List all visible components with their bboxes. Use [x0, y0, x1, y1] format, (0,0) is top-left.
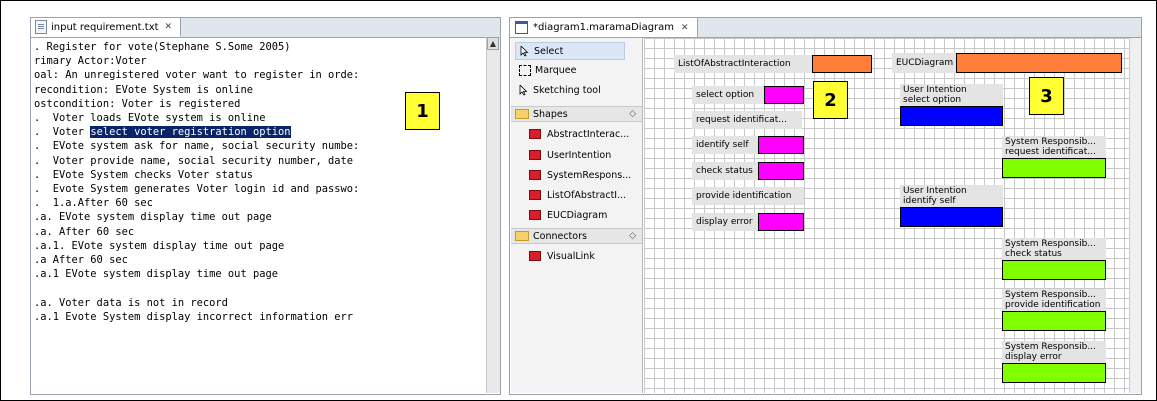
- folder-icon: [515, 231, 529, 241]
- user-intention-label[interactable]: User Intention identify self: [900, 185, 1003, 207]
- system-responsibility-label[interactable]: System Responsib... provide identificati…: [1002, 289, 1106, 311]
- scroll-up-arrow-icon[interactable]: ▲: [487, 37, 499, 50]
- text-line[interactable]: . Evote System generates Voter login id …: [34, 182, 484, 196]
- vertical-scrollbar[interactable]: ▲: [486, 37, 500, 393]
- marquee-tool[interactable]: Marquee: [515, 62, 581, 78]
- collapse-icon[interactable]: ◇: [629, 231, 636, 241]
- text-line[interactable]: . 1.a.After 60 sec: [34, 196, 484, 210]
- user-intention-fill[interactable]: [900, 207, 1003, 227]
- close-icon[interactable]: ✕: [165, 22, 173, 32]
- user-intention-fill[interactable]: [900, 106, 1003, 126]
- tool-palette: Select Marquee Sketching tool Shapes ◇ A…: [511, 38, 643, 393]
- text-line[interactable]: rimary Actor:Voter: [34, 54, 484, 68]
- diagram-editor-panel: *diagram1.maramaDiagram ✕ Select Marquee…: [509, 17, 1142, 395]
- palette-item-userintention[interactable]: UserIntention: [529, 148, 611, 162]
- list-item-fill[interactable]: [758, 213, 804, 231]
- list-item-label[interactable]: display error: [692, 213, 760, 231]
- text-line[interactable]: .a.1. EVote system display time out page: [34, 239, 484, 253]
- euc-title-fill[interactable]: [956, 53, 1122, 73]
- system-responsibility-fill[interactable]: [1002, 363, 1106, 383]
- palette-item-visuallink[interactable]: VisualLink: [529, 249, 595, 263]
- user-intention-label[interactable]: User Intention select option: [900, 84, 1003, 106]
- palette-item-systemresponsibility[interactable]: SystemRespons...: [529, 168, 631, 182]
- list-title-fill[interactable]: [812, 55, 872, 73]
- tab-input-requirement[interactable]: input requirement.txt ✕: [31, 18, 182, 37]
- select-tool[interactable]: Select: [515, 42, 625, 60]
- text-line[interactable]: .a. EVote system display time out page: [34, 210, 484, 224]
- text-content[interactable]: . Register for vote(Stephane S.Some 2005…: [34, 40, 484, 324]
- sketching-tool[interactable]: Sketching tool: [515, 82, 605, 98]
- tab-diagram1[interactable]: *diagram1.maramaDiagram ✕: [510, 18, 698, 37]
- list-item-label[interactable]: provide identification: [692, 187, 804, 205]
- list-item-label[interactable]: check status: [692, 162, 760, 180]
- shape-icon: [529, 190, 541, 200]
- marker-1: 1: [405, 92, 440, 130]
- list-item-label[interactable]: identify self: [692, 136, 760, 154]
- text-line[interactable]: .a. Voter data is not in record: [34, 296, 484, 310]
- system-responsibility-fill[interactable]: [1002, 158, 1106, 178]
- text-line[interactable]: .a. After 60 sec: [34, 225, 484, 239]
- shape-icon: [529, 150, 541, 160]
- system-responsibility-fill[interactable]: [1002, 260, 1106, 280]
- text-line-prefix: . Voter: [34, 126, 91, 139]
- text-line[interactable]: .a After 60 sec: [34, 253, 484, 267]
- text-file-icon: [35, 20, 47, 34]
- selected-text[interactable]: select voter registration option: [90, 126, 291, 139]
- palette-item-listofabstractinteraction[interactable]: ListOfAbstractI...: [529, 188, 626, 202]
- shape-icon: [529, 170, 541, 180]
- system-responsibility-label[interactable]: System Responsib... check status: [1002, 238, 1106, 260]
- system-responsibility-fill[interactable]: [1002, 311, 1106, 331]
- cursor-arrow-icon: [520, 45, 530, 57]
- text-line[interactable]: . EVote System checks Voter status: [34, 168, 484, 182]
- palette-item-eucdiagram[interactable]: EUCDiagram: [529, 208, 607, 222]
- shape-icon: [529, 129, 541, 139]
- text-editor-panel: input requirement.txt ✕ . Register for v…: [30, 17, 501, 395]
- list-item-fill[interactable]: [764, 86, 804, 104]
- canvas-scrollbar[interactable]: [1129, 38, 1141, 393]
- system-responsibility-label[interactable]: System Responsib... display error: [1002, 341, 1106, 363]
- diagram-window-icon: [515, 21, 528, 34]
- tab-title: *diagram1.maramaDiagram: [533, 22, 675, 33]
- text-line[interactable]: . Register for vote(Stephane S.Some 2005…: [34, 40, 484, 54]
- list-title-label[interactable]: ListOfAbstractInteraction: [674, 55, 812, 73]
- collapse-icon[interactable]: ◇: [629, 109, 636, 119]
- text-line[interactable]: . Voter provide name, social security nu…: [34, 154, 484, 168]
- list-item-label[interactable]: select option: [692, 86, 770, 104]
- shape-icon: [529, 210, 541, 220]
- text-line[interactable]: [34, 281, 484, 295]
- sketch-pointer-icon: [519, 84, 529, 96]
- screenshot-frame: input requirement.txt ✕ . Register for v…: [0, 0, 1157, 401]
- palette-item-abstractinteraction[interactable]: AbstractInterac...: [529, 127, 629, 141]
- text-line[interactable]: . EVote system ask for name, social secu…: [34, 139, 484, 153]
- text-line[interactable]: .a.1 EVote system display time out page: [34, 267, 484, 281]
- folder-icon: [515, 109, 529, 119]
- tab-title: input requirement.txt: [51, 21, 159, 33]
- shapes-drawer[interactable]: Shapes ◇: [511, 106, 642, 122]
- connectors-drawer[interactable]: Connectors ◇: [511, 228, 642, 244]
- list-item-fill[interactable]: [758, 136, 804, 154]
- connector-icon: [529, 251, 541, 261]
- close-icon[interactable]: ✕: [681, 23, 689, 33]
- marker-2: 2: [813, 81, 848, 119]
- marker-3: 3: [1029, 77, 1064, 115]
- text-line[interactable]: oal: An unregistered voter want to regis…: [34, 68, 484, 82]
- system-responsibility-label[interactable]: System Responsib... request identificat.…: [1002, 136, 1106, 158]
- marquee-icon: [519, 64, 531, 76]
- list-item-label[interactable]: request identificat...: [692, 111, 802, 129]
- text-line[interactable]: .a.1 Evote System display incorrect info…: [34, 310, 484, 324]
- list-item-fill[interactable]: [758, 162, 804, 180]
- euc-title-label[interactable]: EUCDiagram: [892, 53, 960, 73]
